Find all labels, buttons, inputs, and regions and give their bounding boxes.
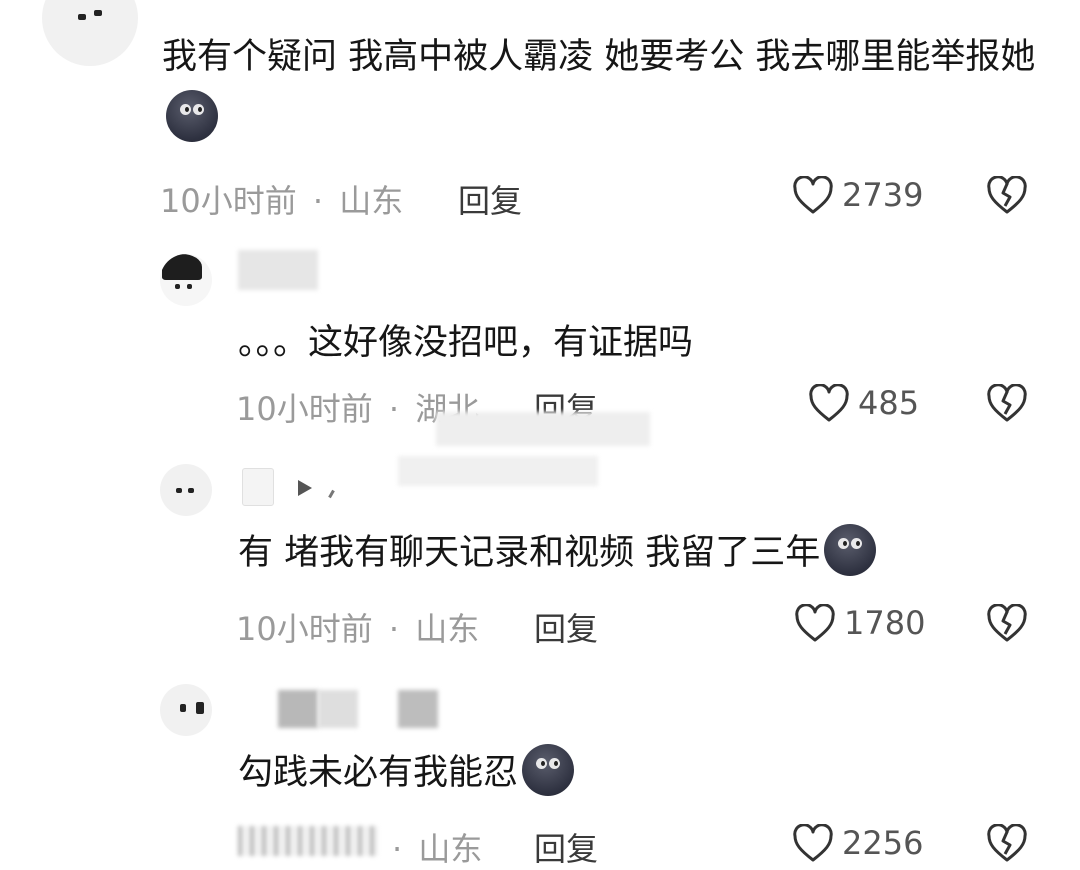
- redacted-timestamp: [238, 826, 378, 856]
- avatar[interactable]: [160, 464, 212, 516]
- broken-heart-icon[interactable]: [986, 824, 1028, 864]
- separator-mark: [328, 489, 335, 499]
- peeking-face-emoji-icon: [522, 744, 575, 796]
- comment-text: 。。。这好像没招吧，有证据吗: [238, 323, 694, 363]
- like-count: 1780: [844, 604, 926, 642]
- location: 山东: [339, 182, 404, 220]
- timestamp: 10小时前: [236, 610, 373, 648]
- timestamp: 10小时前: [236, 390, 373, 428]
- heart-outline-icon[interactable]: [792, 824, 834, 864]
- username-blurred: [318, 690, 358, 728]
- username-badge-icon: [242, 468, 274, 506]
- broken-heart-icon[interactable]: [986, 176, 1028, 216]
- comment-text: 我有个疑问 我高中被人霸凌 她要考公 我去哪里能举报她: [162, 26, 1042, 150]
- username-blurred: [278, 690, 318, 728]
- username-blurred: [238, 250, 318, 290]
- like-count: 485: [858, 384, 920, 422]
- heart-outline-icon[interactable]: [808, 384, 850, 424]
- username-blurred: [398, 690, 438, 728]
- heart-outline-icon[interactable]: [794, 604, 836, 644]
- broken-heart-icon[interactable]: [986, 384, 1028, 424]
- avatar[interactable]: [42, 0, 138, 66]
- redacted-area: [436, 412, 650, 446]
- like-count: 2739: [842, 176, 924, 214]
- comment-meta: 10小时前 · 山东: [160, 182, 404, 220]
- comment-meta: 10小时前 · 山东: [236, 610, 480, 648]
- like-count: 2256: [842, 824, 924, 862]
- redacted-area: [398, 456, 598, 486]
- avatar[interactable]: [160, 254, 212, 306]
- comment-text: 勾践未必有我能忍: [238, 742, 1038, 804]
- comment-text: 有 堵我有聊天记录和视频 我留了三年: [238, 522, 1038, 584]
- peeking-face-emoji-icon: [824, 524, 877, 576]
- heart-outline-icon[interactable]: [792, 176, 834, 216]
- location: 山东: [418, 830, 483, 868]
- avatar[interactable]: [160, 684, 212, 736]
- reply-button[interactable]: 回复: [534, 604, 598, 650]
- comment-meta: · 山东: [392, 830, 483, 868]
- broken-heart-icon[interactable]: [986, 604, 1028, 644]
- reply-button[interactable]: 回复: [458, 176, 522, 222]
- timestamp: 10小时前: [160, 182, 297, 220]
- play-arrow-icon: [296, 478, 314, 498]
- reply-button[interactable]: 回复: [534, 824, 598, 870]
- location: 山东: [415, 610, 480, 648]
- peeking-face-emoji-icon: [166, 90, 218, 142]
